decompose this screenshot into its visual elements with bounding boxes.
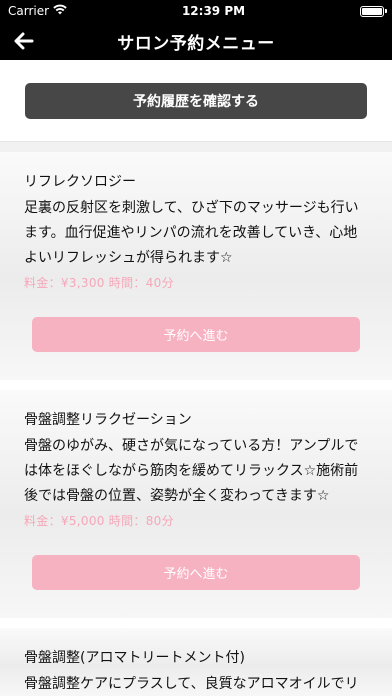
status-bar: Carrier 12:39 PM [0, 0, 392, 22]
status-right [359, 5, 387, 17]
menu-price: 料金：¥5,000 時間：80分 [24, 514, 174, 528]
reserve-button[interactable]: 予約へ進む [32, 317, 360, 352]
menu-description: 足裏の反射区を刺激して、ひざ下のマッサージも行います。血行促進やリンパの流れを改… [24, 200, 359, 266]
menu-card: 骨盤調整(アロマトリートメント付) 骨盤調整ケアにプラスして、良質なアロマオイル… [0, 628, 392, 696]
menu-card: 骨盤調整リラクゼーション 骨盤のゆがみ、硬さが気になっている方！アンプルでは体を… [0, 390, 392, 618]
menu-price: 料金：¥3,300 時間：40分 [24, 276, 174, 290]
back-arrow-icon[interactable] [10, 28, 38, 54]
battery-icon [359, 5, 387, 17]
history-area: 予約履歴を確認する [0, 60, 392, 142]
menu-content[interactable]: 予約履歴を確認する リフレクソロジー 足裏の反射区を刺激して、ひざ下のマッサージ… [0, 60, 392, 696]
history-button[interactable]: 予約履歴を確認する [25, 82, 367, 119]
carrier-label: Carrier [8, 4, 50, 18]
menu-name: 骨盤調整(アロマトリートメント付) [24, 650, 245, 666]
menu-description: 骨盤のゆがみ、硬さが気になっている方！アンプルでは体をほぐしながら筋肉を緩めてリ… [24, 438, 359, 504]
status-left: Carrier [8, 4, 67, 18]
menu-description: 骨盤調整ケアにプラスして、良質なアロマオイルでリ [24, 676, 359, 692]
page-title: サロン予約メニュー [117, 33, 275, 54]
status-time: 12:39 PM [181, 4, 246, 18]
menu-name: リフレクソロジー [24, 174, 136, 190]
menu-card: リフレクソロジー 足裏の反射区を刺激して、ひざ下のマッサージも行います。血行促進… [0, 152, 392, 380]
wifi-icon [53, 4, 67, 18]
nav-bar: サロン予約メニュー [0, 22, 392, 60]
reserve-button[interactable]: 予約へ進む [32, 555, 360, 590]
menu-name: 骨盤調整リラクゼーション [24, 412, 192, 428]
